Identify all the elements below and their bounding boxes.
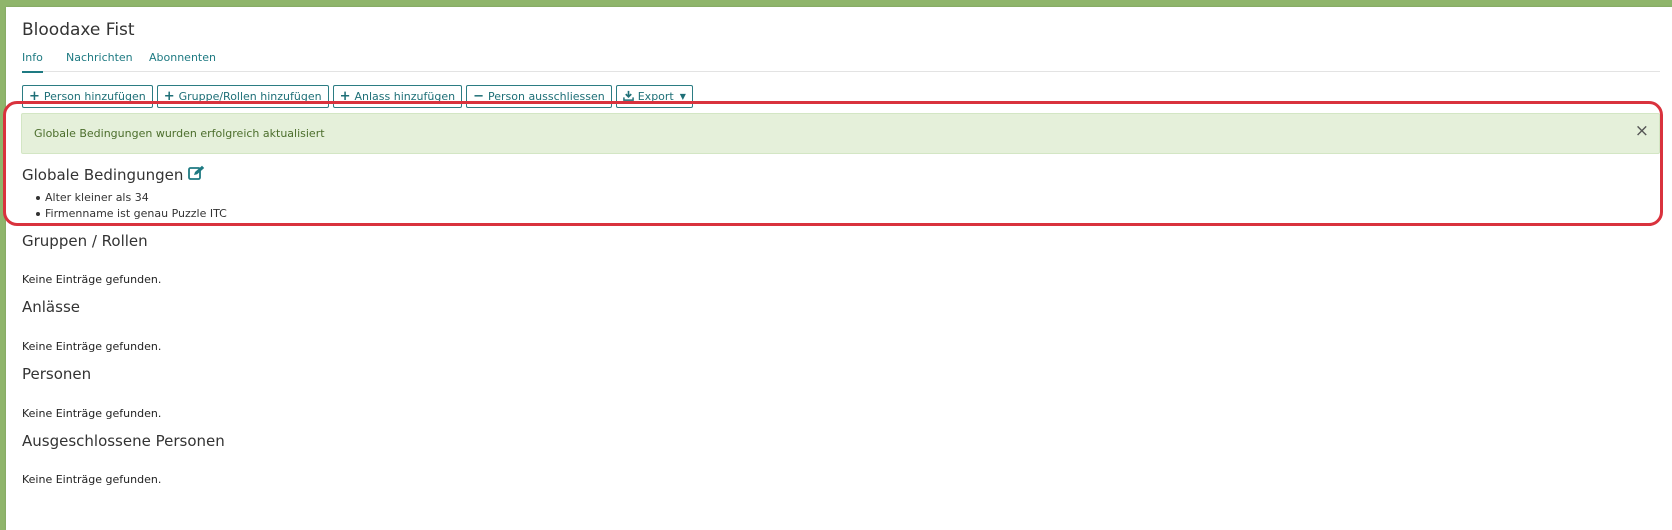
- tab-nachrichten[interactable]: Nachrichten: [66, 51, 133, 64]
- groups-roles-heading: Gruppen / Rollen: [22, 232, 148, 250]
- page-container: Bloodaxe Fist Info Nachrichten Abonnente…: [6, 7, 1672, 530]
- add-event-label: Anlass hinzufügen: [354, 90, 456, 103]
- chevron-down-icon: ▼: [679, 92, 686, 101]
- excluded-persons-empty-text: Keine Einträge gefunden.: [22, 473, 162, 486]
- persons-empty-text: Keine Einträge gefunden.: [22, 407, 162, 420]
- global-conditions-title: Globale Bedingungen: [22, 165, 184, 184]
- add-group-roles-button[interactable]: + Gruppe/Rollen hinzufügen: [156, 85, 329, 108]
- persons-heading: Personen: [22, 365, 92, 383]
- exclude-person-button[interactable]: − Person ausschliessen: [466, 85, 612, 108]
- plus-icon: +: [29, 89, 40, 104]
- global-conditions-heading: Globale Bedingungen: [22, 165, 205, 184]
- add-person-label: Person hinzufügen: [43, 90, 146, 103]
- add-event-button[interactable]: + Anlass hinzufügen: [332, 85, 463, 108]
- add-group-roles-label: Gruppe/Rollen hinzufügen: [178, 90, 322, 103]
- edit-icon[interactable]: [188, 165, 205, 184]
- plus-icon: +: [339, 89, 351, 104]
- plus-icon: +: [163, 89, 175, 104]
- success-alert: Globale Bedingungen wurden erfolgreich a…: [21, 113, 1660, 154]
- events-empty-text: Keine Einträge gefunden.: [22, 340, 162, 353]
- exclude-person-label: Person ausschliessen: [487, 90, 605, 103]
- export-dropdown-button[interactable]: Export ▼: [615, 85, 693, 108]
- condition-item: Firmenname ist genau Puzzle ITC: [36, 207, 227, 220]
- close-icon[interactable]: ×: [1635, 123, 1649, 140]
- global-conditions-list: Alter kleiner als 34 Firmenname ist gena…: [36, 191, 227, 223]
- tab-bar: Info Nachrichten Abonnenten: [22, 46, 1660, 73]
- tab-info[interactable]: Info: [22, 51, 43, 73]
- alert-message: Globale Bedingungen wurden erfolgreich a…: [34, 127, 325, 140]
- export-label: Export: [637, 90, 674, 103]
- toolbar: + Person hinzufügen + Gruppe/Rollen hinz…: [22, 85, 693, 108]
- minus-icon: −: [473, 89, 484, 104]
- excluded-persons-heading: Ausgeschlossene Personen: [22, 432, 225, 450]
- condition-item: Alter kleiner als 34: [36, 191, 227, 204]
- groups-roles-empty-text: Keine Einträge gefunden.: [22, 273, 162, 286]
- tab-abonnenten[interactable]: Abonnenten: [149, 51, 216, 64]
- add-person-button[interactable]: + Person hinzufügen: [22, 85, 153, 108]
- page-title: Bloodaxe Fist: [22, 20, 135, 40]
- download-icon: [622, 90, 634, 104]
- events-heading: Anlässe: [22, 298, 80, 316]
